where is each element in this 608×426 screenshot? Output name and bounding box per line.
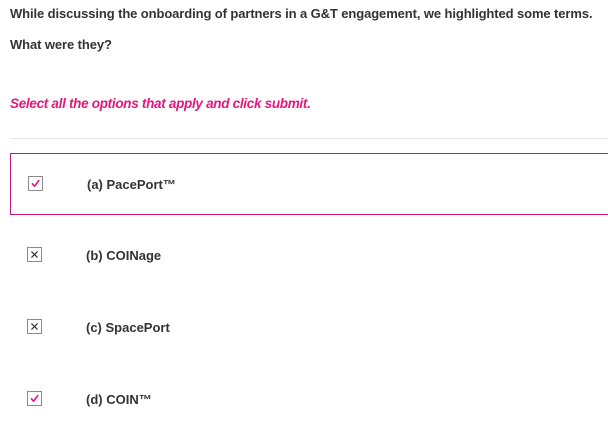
check-icon [31, 179, 40, 187]
option-label-d: (d) COIN™ [86, 392, 152, 407]
question-text: While discussing the onboarding of partn… [10, 6, 593, 21]
check-icon [30, 394, 39, 402]
question-subtext: What were they? [10, 37, 112, 52]
option-label-b: (b) COINage [86, 248, 162, 263]
option-b[interactable]: (b) COINage [10, 225, 608, 287]
option-label-c: (c) SpacePort [86, 320, 170, 335]
option-c[interactable]: (c) SpacePort [10, 297, 608, 359]
option-a[interactable]: (a) PacePort™ [10, 153, 608, 215]
cross-icon [31, 323, 38, 330]
checkbox-c[interactable] [27, 319, 42, 334]
divider [10, 138, 608, 139]
checkbox-b[interactable] [27, 247, 42, 262]
checkbox-a[interactable] [28, 176, 43, 191]
option-label-a: (a) PacePort™ [87, 177, 176, 192]
option-d[interactable]: (d) COIN™ [10, 369, 608, 426]
instruction-text: Select all the options that apply and cl… [10, 96, 311, 111]
cross-icon [31, 251, 38, 258]
checkbox-d[interactable] [27, 391, 42, 406]
